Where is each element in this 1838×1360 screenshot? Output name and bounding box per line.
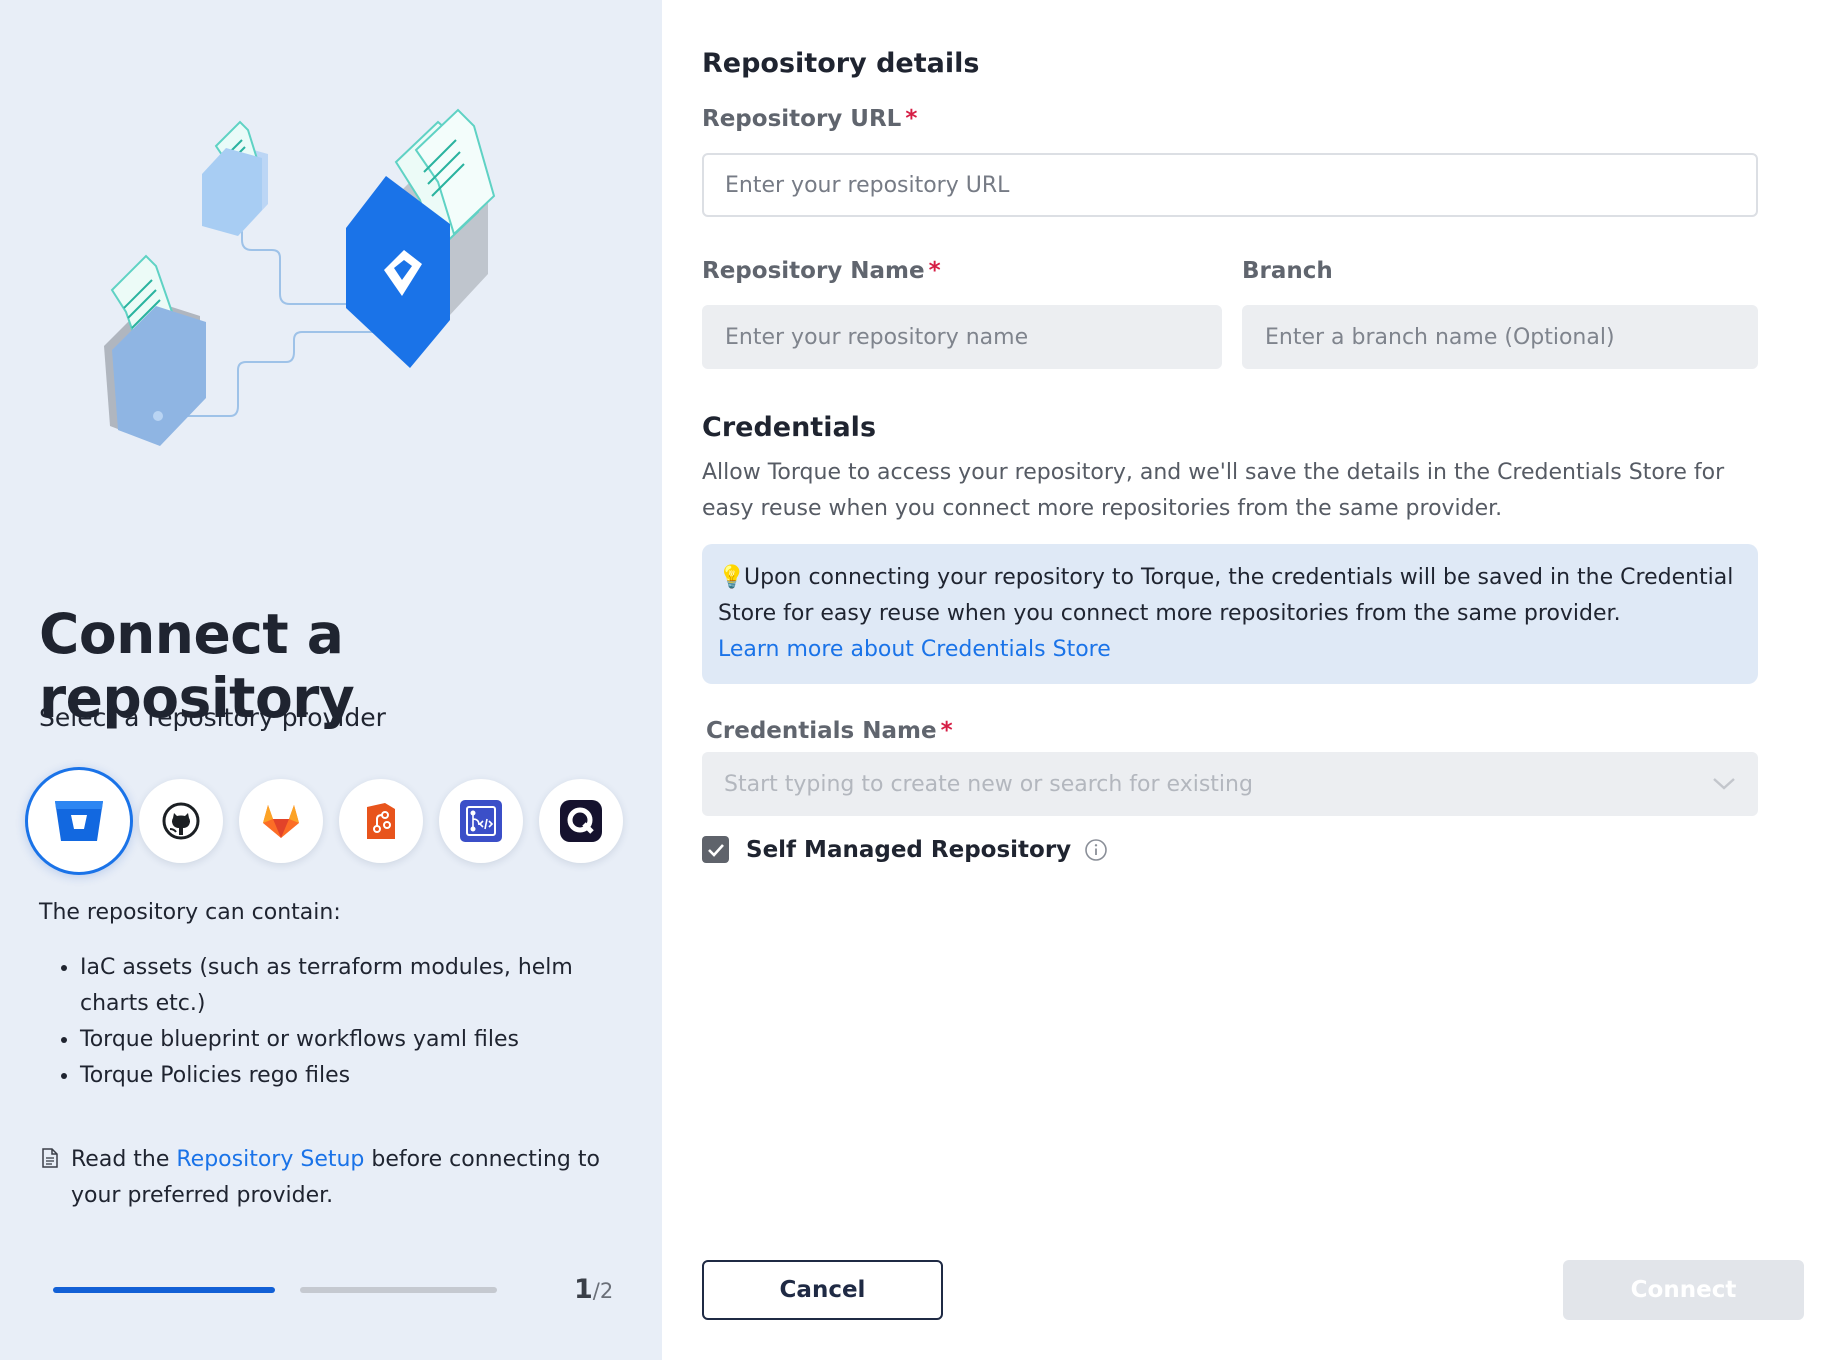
connect-button[interactable]: Connect (1563, 1260, 1804, 1320)
provider-gitlab[interactable] (239, 779, 323, 863)
credentials-description: Allow Torque to access your repository, … (702, 460, 1725, 521)
required-mark: * (905, 106, 918, 132)
chevron-down-icon (1713, 778, 1735, 790)
provider-bitbucket[interactable] (25, 767, 133, 875)
repository-setup-link[interactable]: Repository Setup (176, 1147, 364, 1172)
left-panel: Connect a repository Select a repository… (0, 0, 662, 1360)
credentials-name-label: Credentials Name * (706, 718, 953, 744)
credentials-name-placeholder: Start typing to create new or search for… (724, 771, 1253, 797)
list-item: IaC assets (such as terraform modules, h… (80, 950, 600, 1022)
required-mark: * (940, 718, 953, 744)
provider-azure-repos[interactable] (439, 779, 523, 863)
quali-icon (560, 800, 602, 842)
repository-contents-text: The repository can contain: (39, 900, 341, 925)
step-total: /2 (592, 1279, 614, 1303)
progress-step-2 (300, 1287, 497, 1293)
codecommit-icon (367, 803, 395, 839)
setup-note: Read the Repository Setup before connect… (42, 1142, 602, 1214)
repository-contents-list: IaC assets (such as terraform modules, h… (40, 950, 600, 1094)
form-panel: Repository details Repository URL* Repos… (662, 0, 1838, 1360)
azure-repos-icon (460, 800, 502, 842)
provider-subtitle: Select a repository provider (39, 703, 386, 732)
provider-codecommit[interactable] (339, 779, 423, 863)
setup-note-prefix: Read the (71, 1147, 177, 1172)
repository-url-label: Repository URL * (702, 106, 918, 132)
gitlab-icon (263, 805, 299, 838)
self-managed-row: Self Managed Repository (702, 836, 1108, 863)
github-icon (162, 802, 200, 840)
step-current: 1 (574, 1274, 593, 1305)
progress-step-1 (53, 1287, 275, 1293)
credentials-store-link[interactable]: Learn more about Credentials Store (718, 632, 1742, 668)
self-managed-label: Self Managed Repository (746, 836, 1072, 863)
provider-quali[interactable] (539, 779, 623, 863)
repository-name-label: Repository Name * (702, 258, 941, 284)
lightbulb-icon: 💡 (718, 565, 746, 590)
repository-url-input[interactable] (702, 153, 1758, 217)
info-icon[interactable] (1084, 838, 1108, 862)
credentials-heading: Credentials (702, 412, 877, 443)
repository-details-heading: Repository details (702, 48, 980, 79)
document-icon (42, 1148, 58, 1168)
self-managed-checkbox[interactable] (702, 836, 729, 863)
repository-illustration (104, 108, 496, 446)
credentials-info-box: 💡Upon connecting your repository to Torq… (702, 544, 1758, 684)
bitbucket-icon (55, 801, 103, 841)
setup-note-text: Read the Repository Setup before connect… (42, 1142, 602, 1214)
repository-name-input[interactable] (702, 305, 1222, 369)
credentials-name-select[interactable]: Start typing to create new or search for… (702, 752, 1758, 816)
required-mark: * (928, 258, 941, 284)
step-indicator: 1/2 (574, 1274, 613, 1305)
provider-github[interactable] (139, 779, 223, 863)
checkmark-icon (707, 843, 724, 857)
list-item: Torque Policies rego files (80, 1058, 600, 1094)
branch-label: Branch (1242, 258, 1333, 284)
cancel-button[interactable]: Cancel (702, 1260, 943, 1320)
list-item: Torque blueprint or workflows yaml files (80, 1022, 600, 1058)
branch-input[interactable] (1242, 305, 1758, 369)
credentials-info-text: Upon connecting your repository to Torqu… (718, 565, 1734, 626)
